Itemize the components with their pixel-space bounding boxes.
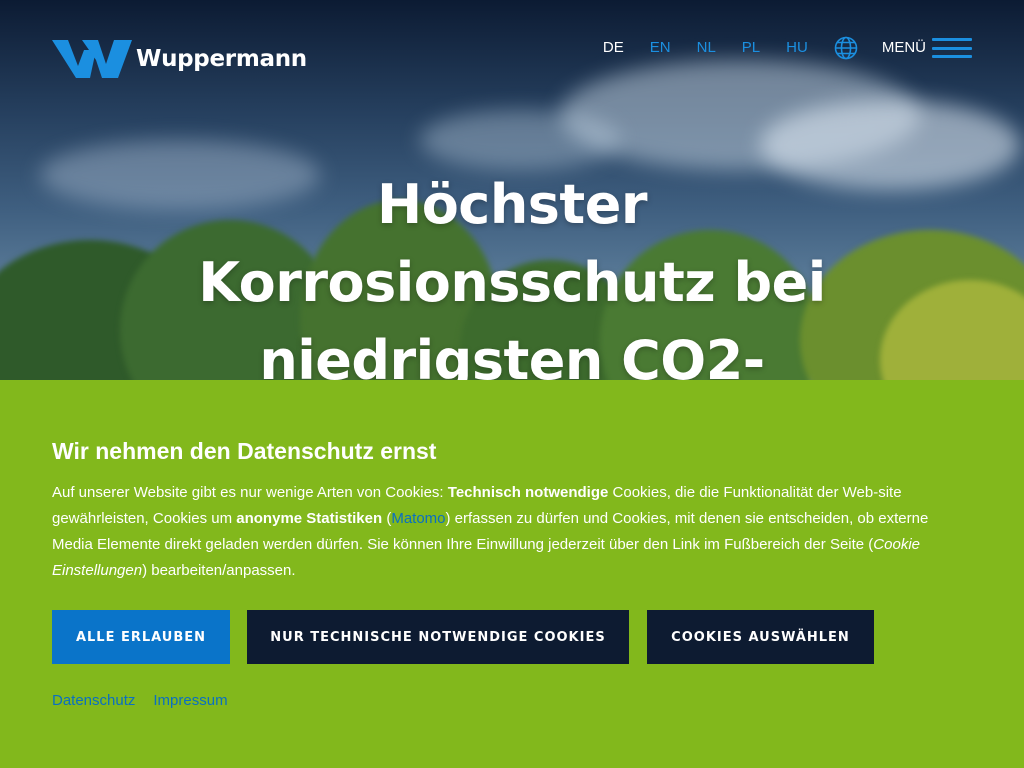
technical-only-button[interactable]: NUR TECHNISCHE NOTWENDIGE COOKIES	[247, 610, 629, 664]
select-cookies-button[interactable]: COOKIES AUSWÄHLEN	[647, 610, 874, 664]
globe-icon[interactable]	[834, 36, 858, 60]
headline-line-2: Korrosionsschutz bei	[198, 251, 826, 314]
headline-line-3: niedrigsten CO2-	[259, 329, 765, 380]
cookie-footer-links: Datenschutz Impressum	[52, 692, 246, 709]
privacy-link[interactable]: Datenschutz	[52, 692, 135, 709]
cookie-banner-text: Auf unserer Website gibt es nur wenige A…	[52, 480, 972, 584]
hero-section: Wuppermann DE EN NL PL HU MENÜ Höchster …	[0, 0, 1024, 380]
cookie-text-bold: Technisch notwendige	[447, 484, 609, 501]
cookie-banner: Wir nehmen den Datenschutz ernst Auf uns…	[0, 380, 1024, 768]
headline-line-1: Höchster	[377, 173, 647, 236]
cookie-text-part: Auf unserer Website gibt es nur wenige A…	[52, 484, 448, 501]
cookie-banner-title: Wir nehmen den Datenschutz ernst	[52, 438, 437, 464]
allow-all-button[interactable]: ALLE ERLAUBEN	[52, 610, 230, 664]
brand-name: Wuppermann	[136, 46, 307, 72]
cookie-text-bold: anonyme Statistiken	[236, 510, 383, 527]
imprint-link[interactable]: Impressum	[153, 692, 227, 709]
menu-label[interactable]: MENÜ	[882, 36, 926, 60]
w-logo-icon	[52, 40, 132, 78]
hero-headline: Höchster Korrosionsschutz bei niedrigste…	[150, 166, 874, 380]
language-de[interactable]: DE	[603, 36, 624, 60]
language-en[interactable]: EN	[650, 36, 671, 60]
language-nl[interactable]: NL	[697, 36, 716, 60]
matomo-link[interactable]: Matomo	[391, 510, 445, 527]
language-hu[interactable]: HU	[786, 36, 808, 60]
hamburger-icon[interactable]	[932, 36, 972, 60]
language-pl[interactable]: PL	[742, 36, 760, 60]
top-navigation: DE EN NL PL HU MENÜ	[603, 36, 972, 60]
cookie-text-part: ) bearbeiten/anpassen.	[142, 562, 296, 579]
cookie-text-part: (	[382, 510, 392, 527]
wuppermann-logo[interactable]: Wuppermann	[52, 40, 307, 78]
cloud-shape	[420, 110, 620, 170]
